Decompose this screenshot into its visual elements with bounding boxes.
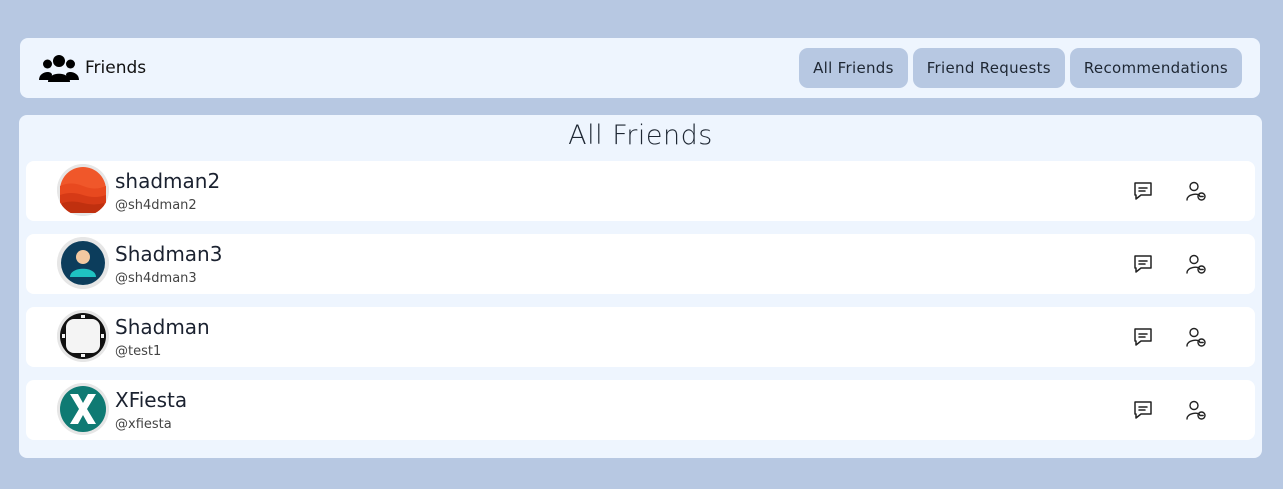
friend-name[interactable]: Shadman <box>115 315 210 339</box>
avatar[interactable] <box>57 310 109 362</box>
user-remove-icon <box>1186 181 1206 201</box>
unfriend-button[interactable] <box>1185 253 1207 275</box>
tab-recommendations[interactable]: Recommendations <box>1069 48 1242 88</box>
friend-name[interactable]: shadman2 <box>115 169 220 193</box>
user-remove-icon <box>1186 400 1206 420</box>
friend-handle: @test1 <box>115 344 162 359</box>
friend-handle: @sh4dman2 <box>115 198 197 213</box>
avatar[interactable] <box>57 383 109 435</box>
friend-handle: @sh4dman3 <box>115 271 197 286</box>
tab-all-friends[interactable]: All Friends <box>799 48 908 88</box>
message-button[interactable] <box>1132 326 1154 348</box>
top-bar: Friends All Friends Friend Requests Reco… <box>20 38 1260 98</box>
message-icon <box>1134 255 1152 273</box>
message-button[interactable] <box>1132 180 1154 202</box>
friend-row: Shadman @test1 <box>26 307 1255 367</box>
friend-row: shadman2 @sh4dman2 <box>26 161 1255 221</box>
message-icon <box>1134 182 1152 200</box>
section-title: All Friends <box>568 120 713 151</box>
page-title: Friends <box>85 58 147 78</box>
user-remove-icon <box>1186 327 1206 347</box>
friend-name[interactable]: XFiesta <box>115 388 187 412</box>
avatar[interactable] <box>57 237 109 289</box>
tab-friend-requests[interactable]: Friend Requests <box>912 48 1065 88</box>
friend-row: XFiesta @xfiesta <box>26 380 1255 440</box>
friend-name[interactable]: Shadman3 <box>115 242 222 266</box>
friends-panel: All Friends shadman2 @sh4dman2 Shadman3 … <box>19 115 1262 458</box>
unfriend-button[interactable] <box>1185 399 1207 421</box>
message-button[interactable] <box>1132 253 1154 275</box>
avatar[interactable] <box>57 164 109 216</box>
brand: Friends <box>39 52 146 84</box>
message-icon <box>1134 401 1152 419</box>
user-remove-icon <box>1186 254 1206 274</box>
message-icon <box>1134 328 1152 346</box>
unfriend-button[interactable] <box>1185 180 1207 202</box>
unfriend-button[interactable] <box>1185 326 1207 348</box>
message-button[interactable] <box>1132 399 1154 421</box>
friend-handle: @xfiesta <box>115 417 172 432</box>
tab-bar: All Friends Friend Requests Recommendati… <box>799 48 1242 88</box>
friend-row: Shadman3 @sh4dman3 <box>26 234 1255 294</box>
users-group-icon <box>39 55 79 82</box>
